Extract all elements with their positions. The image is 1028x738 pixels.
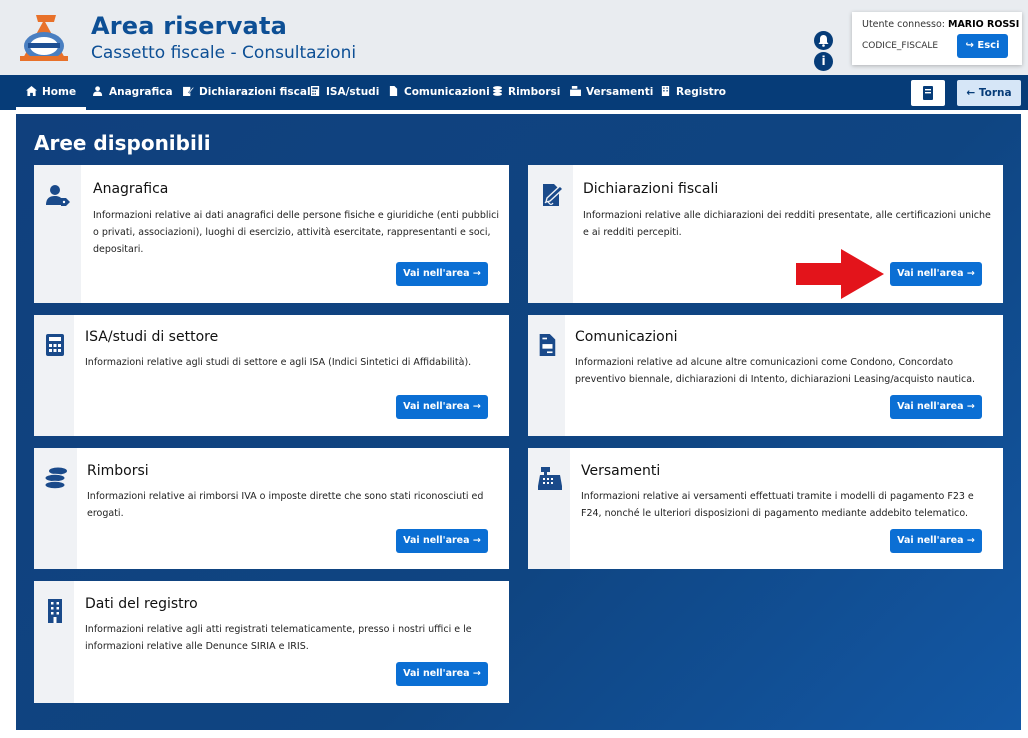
user-name: MARIO ROSSI xyxy=(948,19,1020,30)
edit-icon xyxy=(183,86,194,96)
go-to-area-button[interactable]: Vai nell'area → xyxy=(890,529,982,553)
coins-icon xyxy=(44,467,67,490)
cash-register-icon xyxy=(570,86,581,96)
logout-label: Esci xyxy=(977,40,1000,51)
fiscal-code: CODICE_FISCALE xyxy=(862,41,939,51)
cash-register-icon xyxy=(538,467,562,490)
go-to-area-button[interactable]: Vai nell'area → xyxy=(890,395,982,419)
nav-label-comunicazioni: Comunicazioni xyxy=(404,86,490,98)
card-versamenti: Versamenti Informazioni relative ai vers… xyxy=(528,448,1003,569)
card-title: Dati del registro xyxy=(85,596,198,612)
nav-label-versamenti: Versamenti xyxy=(586,86,654,98)
nav-item-registro[interactable]: Registro xyxy=(660,75,726,110)
card-anagrafica: Anagrafica Informazioni relative ai dati… xyxy=(34,165,509,303)
go-to-area-label: Vai nell'area xyxy=(403,535,470,546)
back-label: Torna xyxy=(978,87,1012,99)
calculator-icon xyxy=(46,334,64,356)
card-description: Informazioni relative alle dichiarazioni… xyxy=(583,210,991,238)
card-description: Informazioni relative agli studi di sett… xyxy=(85,357,472,368)
card-title: Comunicazioni xyxy=(575,329,678,345)
building-icon xyxy=(661,86,670,96)
red-arrow-annotation xyxy=(796,249,884,299)
nav-item-comunicazioni[interactable]: Comunicazioni xyxy=(388,75,490,110)
go-to-area-button[interactable]: Vai nell'area → xyxy=(396,395,488,419)
card-registro: Dati del registro Informazioni relative … xyxy=(34,581,509,703)
users-icon xyxy=(93,86,103,96)
header: Area riservata Cassetto fiscale - Consul… xyxy=(0,0,1028,75)
card-title: Dichiarazioni fiscali xyxy=(583,181,719,197)
go-to-area-button[interactable]: Vai nell'area → xyxy=(396,529,488,553)
agenzia-entrate-logo[interactable] xyxy=(14,12,74,64)
go-to-area-button[interactable]: Vai nell'area → xyxy=(890,262,982,286)
calculator-icon xyxy=(310,86,320,96)
card-title: Anagrafica xyxy=(93,181,169,197)
page-title: Area riservata xyxy=(91,12,288,40)
areas-title: Aree disponibili xyxy=(34,131,211,155)
go-to-area-label: Vai nell'area xyxy=(403,268,470,279)
nav-item-anagrafica[interactable]: Anagrafica xyxy=(93,75,173,110)
card-description: Informazioni relative ai rimborsi IVA o … xyxy=(87,491,484,519)
nav-item-rimborsi[interactable]: Rimborsi xyxy=(492,75,560,110)
user-box: Utente connesso: MARIO ROSSI CODICE_FISC… xyxy=(852,12,1022,65)
nav-label-home: Home xyxy=(42,86,77,98)
card-comunicazioni: Comunicazioni Informazioni relative ad a… xyxy=(528,315,1003,436)
nav-item-versamenti[interactable]: Versamenti xyxy=(570,75,653,110)
card-title: Versamenti xyxy=(581,463,661,479)
card-title: ISA/studi di settore xyxy=(85,329,219,345)
card-isa: ISA/studi di settore Informazioni relati… xyxy=(34,315,509,436)
logout-icon: ↪ xyxy=(965,40,974,51)
file-invoice-icon xyxy=(539,334,556,356)
nav-label-registro: Registro xyxy=(676,86,726,98)
document-icon xyxy=(389,86,398,96)
card-description: Informazioni relative ad alcune altre co… xyxy=(575,357,976,385)
nav-label-isa: ISA/studi xyxy=(326,86,380,98)
signature-icon xyxy=(543,184,564,206)
user-tag-icon xyxy=(46,185,70,206)
card-description: Informazioni relative agli atti registra… xyxy=(85,624,472,652)
go-to-area-button[interactable]: Vai nell'area → xyxy=(396,662,488,686)
go-to-area-label: Vai nell'area xyxy=(403,401,470,412)
back-button[interactable]: ← Torna xyxy=(957,80,1021,106)
card-description: Informazioni relative ai dati anagrafici… xyxy=(93,210,499,255)
go-to-area-button[interactable]: Vai nell'area → xyxy=(396,262,488,286)
home-icon xyxy=(26,86,37,96)
nav-label-anagrafica: Anagrafica xyxy=(109,86,173,98)
page-subtitle: Cassetto fiscale - Consultazioni xyxy=(91,43,357,63)
info-icon[interactable]: i xyxy=(814,52,833,71)
go-to-area-label: Vai nell'area xyxy=(897,535,964,546)
nav-item-home[interactable]: Home xyxy=(16,75,87,110)
coins-icon xyxy=(492,86,503,96)
nav-label-rimborsi: Rimborsi xyxy=(508,86,561,98)
user-label: Utente connesso: xyxy=(862,19,945,30)
building-icon xyxy=(48,599,62,623)
go-to-area-label: Vai nell'area xyxy=(403,668,470,679)
card-title: Rimborsi xyxy=(87,463,149,479)
arrow-left-icon: ← xyxy=(966,87,976,99)
book-icon xyxy=(923,86,933,100)
nav-label-dichiarazioni: Dichiarazioni fiscali xyxy=(199,86,315,98)
go-to-area-label: Vai nell'area xyxy=(897,401,964,412)
bell-icon[interactable] xyxy=(814,31,833,50)
main-navigation: Home Anagrafica Dichiarazioni fiscali IS… xyxy=(0,75,1028,110)
nav-item-dichiarazioni[interactable]: Dichiarazioni fiscali xyxy=(183,75,314,110)
go-to-area-label: Vai nell'area xyxy=(897,268,964,279)
nav-item-isa[interactable]: ISA/studi xyxy=(310,75,379,110)
manual-button[interactable] xyxy=(911,80,945,106)
card-dichiarazioni: Dichiarazioni fiscali Informazioni relat… xyxy=(528,165,1003,303)
card-rimborsi: Rimborsi Informazioni relative ai rimbor… xyxy=(34,448,509,569)
logout-button[interactable]: ↪ Esci xyxy=(957,34,1008,58)
card-description: Informazioni relative ai versamenti effe… xyxy=(581,491,974,519)
user-connected: Utente connesso: MARIO ROSSI xyxy=(862,19,1019,30)
